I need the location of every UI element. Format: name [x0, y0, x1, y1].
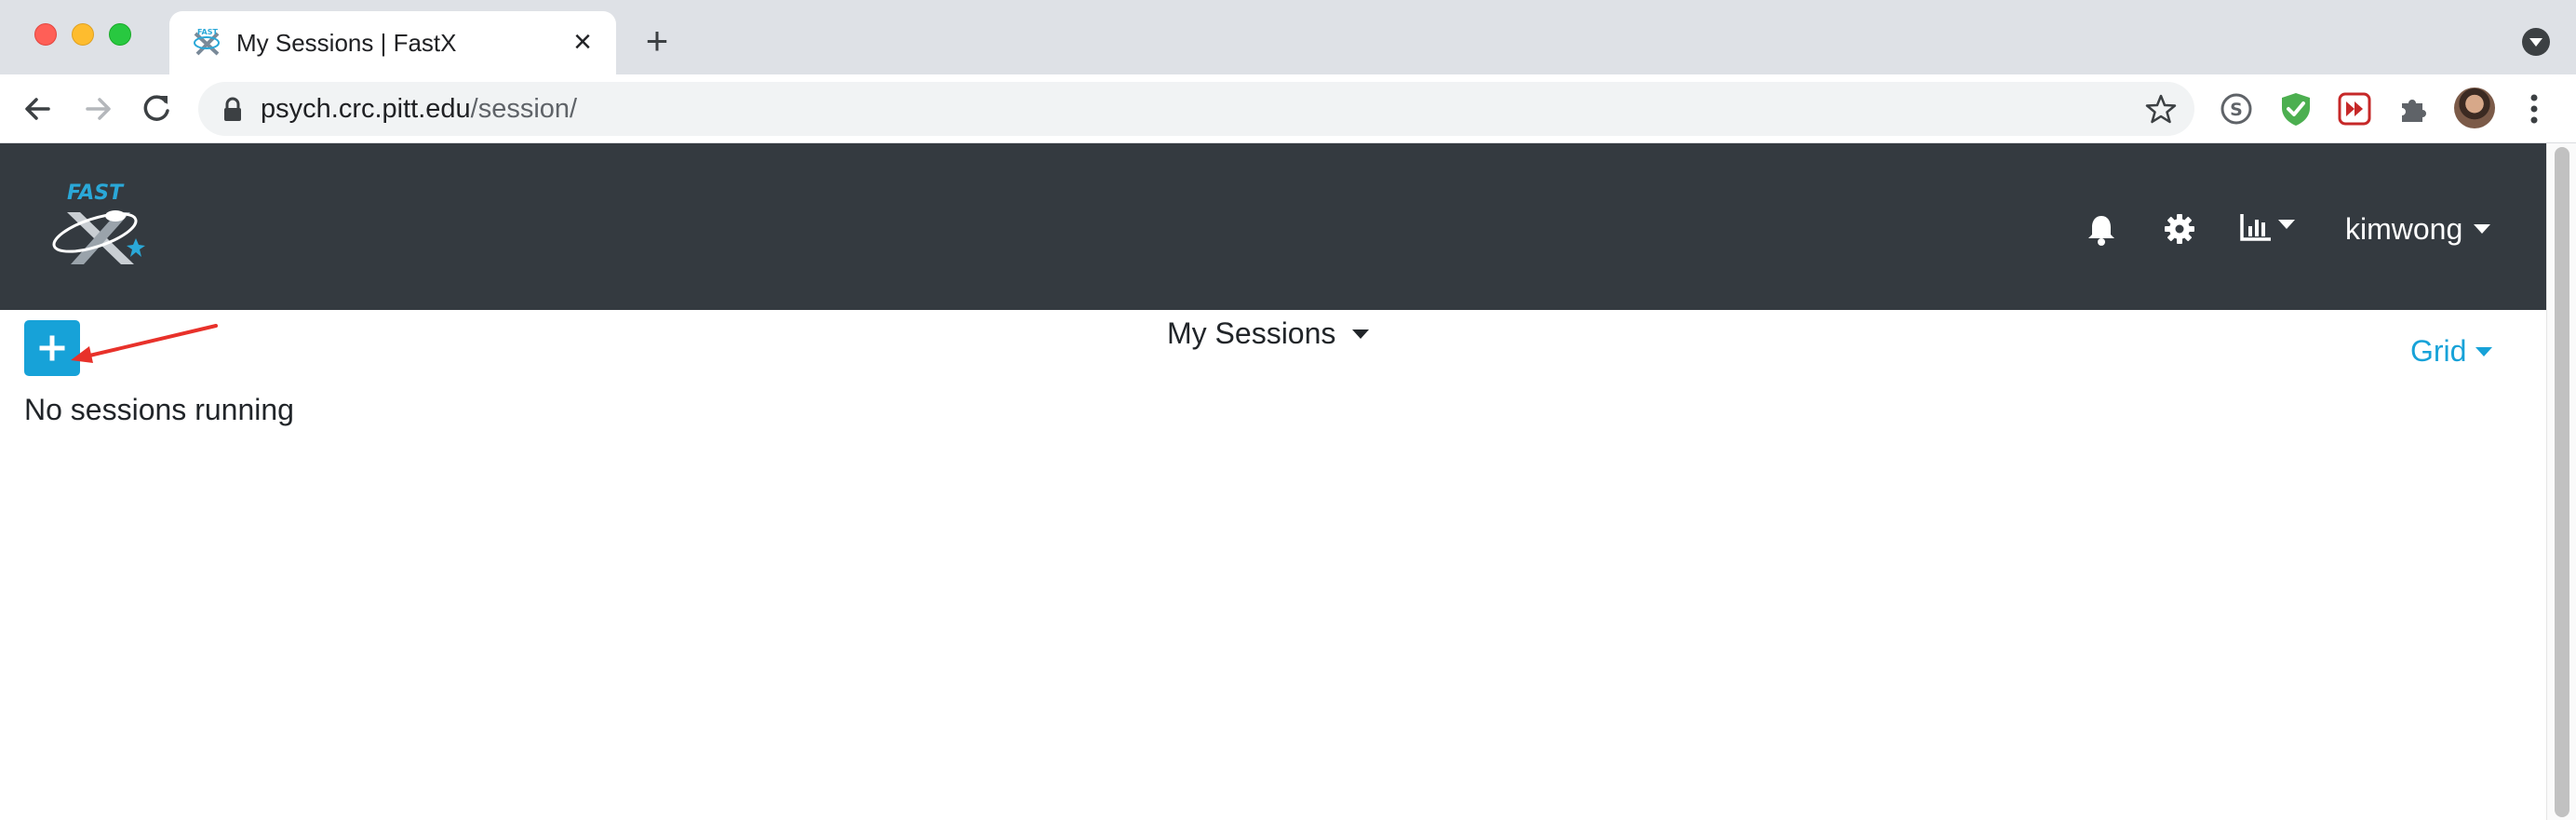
url-text[interactable]: psych.crc.pitt.edu/session/ [261, 94, 577, 125]
gear-icon[interactable] [2163, 212, 2196, 246]
forward-media-icon[interactable] [2336, 90, 2373, 128]
bar-chart-icon[interactable] [2239, 210, 2299, 246]
browser-menu-icon[interactable] [2518, 90, 2550, 128]
user-menu-toggle[interactable]: kimwong [2345, 210, 2491, 248]
annotation-arrow [71, 324, 218, 363]
fastx-logo[interactable]: FAST [47, 179, 149, 270]
sessions-menu-toggle[interactable]: My Sessions [1167, 316, 1370, 351]
scrollbar-thumb[interactable] [2555, 147, 2569, 817]
browser-toolbar: psych.crc.pitt.edu/session/ S [0, 74, 2576, 143]
skype-icon[interactable]: S [2218, 90, 2255, 128]
back-arrow-icon[interactable] [17, 88, 58, 129]
reload-icon[interactable] [136, 88, 177, 129]
username-label: kimwong [2345, 211, 2463, 246]
tab-title: My Sessions | FastX [236, 29, 457, 57]
svg-text:FAST: FAST [67, 181, 125, 205]
view-mode-toggle[interactable]: Grid [2410, 334, 2493, 369]
caret-down-icon [2474, 224, 2491, 234]
browser-tab-strip: FAST My Sessions | FastX × + [0, 0, 2576, 74]
puzzle-extensions-icon[interactable] [2395, 90, 2432, 128]
shield-check-icon[interactable] [2277, 90, 2314, 128]
page-viewport: FAST kimwong My Sessions Grid No session… [0, 143, 2576, 820]
view-mode-label: Grid [2410, 334, 2467, 368]
window-minimize-button[interactable] [72, 23, 94, 46]
address-bar[interactable]: psych.crc.pitt.edu/session/ [198, 82, 2194, 136]
page-scrollbar[interactable] [2546, 143, 2576, 820]
profile-avatar[interactable] [2454, 87, 2495, 128]
browser-tab-active[interactable]: FAST My Sessions | FastX × [169, 11, 616, 74]
url-host: psych.crc.pitt.edu [261, 94, 471, 124]
bell-icon[interactable] [2085, 212, 2118, 246]
svg-text:FAST: FAST [197, 28, 219, 36]
tab-close-icon[interactable]: × [566, 25, 599, 59]
url-path: /session/ [470, 94, 578, 124]
forward-arrow-icon[interactable] [78, 88, 119, 129]
lock-icon[interactable] [221, 97, 245, 123]
caret-down-icon [2475, 346, 2493, 356]
tab-search-button[interactable] [2522, 28, 2550, 56]
empty-sessions-message: No sessions running [24, 393, 294, 426]
sessions-menu-label: My Sessions [1167, 316, 1336, 350]
svg-text:S: S [2230, 100, 2243, 120]
app-navbar: FAST kimwong [0, 143, 2546, 310]
caret-down-icon [1352, 329, 1370, 339]
window-zoom-button[interactable] [109, 23, 131, 46]
fastx-favicon-icon: FAST [194, 28, 220, 56]
new-tab-button[interactable]: + [638, 21, 676, 60]
bookmark-star-icon[interactable] [2144, 92, 2178, 126]
window-close-button[interactable] [34, 23, 57, 46]
